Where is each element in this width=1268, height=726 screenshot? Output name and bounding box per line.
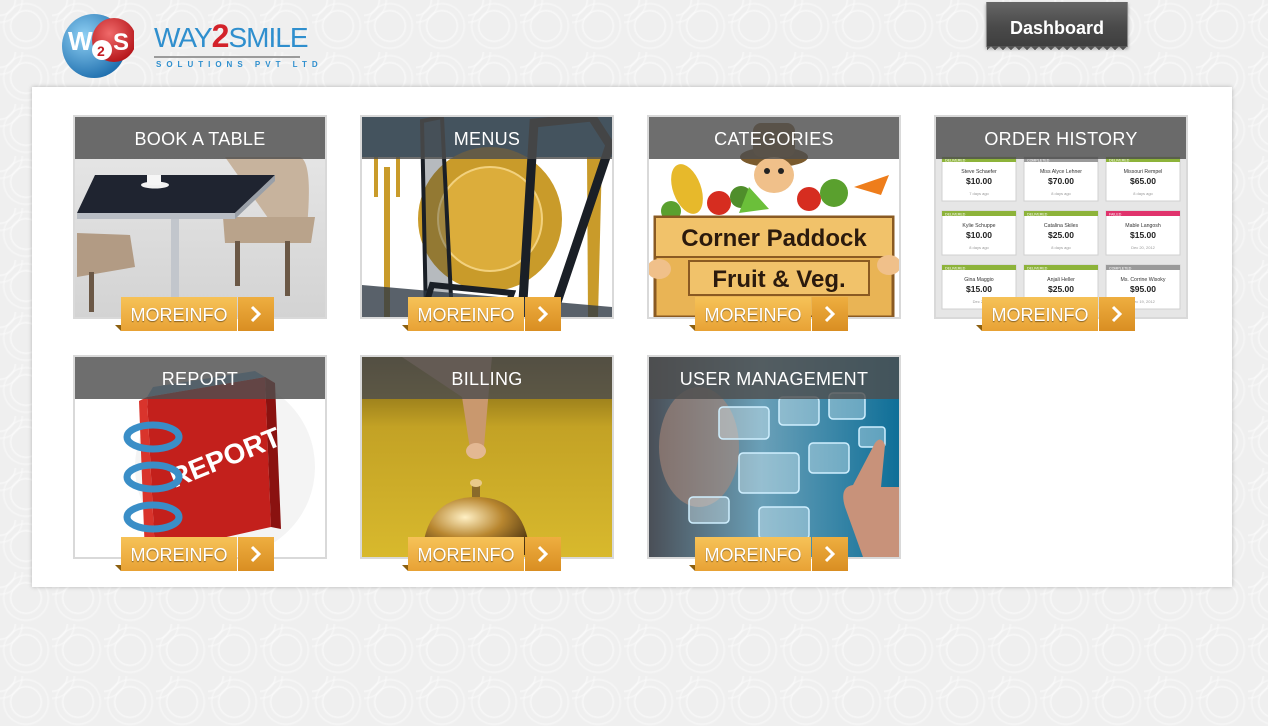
- categories-sign-line-2: Fruit & Veg.: [712, 266, 845, 293]
- order-amount: $70.00: [1048, 176, 1074, 186]
- order-amount: $10.00: [966, 230, 992, 240]
- order-status: DELIVERED: [1027, 212, 1048, 216]
- logo-tagline: SOLUTIONS PVT LTD: [156, 60, 323, 69]
- moreinfo-button[interactable]: MOREINFO: [402, 537, 561, 571]
- order-time: 8 days ago: [1051, 245, 1071, 250]
- order-card: DELIVEREDMissouri Rempel$65.008 days ago: [1105, 156, 1181, 202]
- order-amount: $10.00: [966, 176, 992, 186]
- chevron-right-icon: [238, 537, 274, 571]
- order-status: DELIVERED: [945, 212, 966, 216]
- tile-billing[interactable]: BILLING MOREINFO: [360, 355, 614, 571]
- order-status: DELIVERED: [1027, 266, 1048, 270]
- tile-title: BILLING: [362, 357, 612, 399]
- moreinfo-button[interactable]: MOREINFO: [976, 297, 1135, 331]
- chevron-right-icon: [812, 297, 848, 331]
- tile-title: CATEGORIES: [649, 117, 899, 159]
- order-time: 8 days ago: [1133, 191, 1153, 196]
- tile-order-history[interactable]: DELIVERED Steve Schaefer $10.00 7 days ago C…: [934, 115, 1188, 331]
- moreinfo-button[interactable]: MOREINFO: [115, 537, 274, 571]
- order-status: COMPLETED: [1109, 266, 1132, 270]
- order-time: Dec 20, 2012: [1131, 245, 1156, 250]
- svg-text:S: S: [113, 29, 129, 56]
- order-customer: Kylie Schuppe: [962, 223, 995, 229]
- order-card: DELIVERED Catalina Skiles$25.00 8 days ago: [1023, 210, 1099, 256]
- order-customer: Gina Maggio: [964, 277, 994, 283]
- order-card: DELIVEREDSteve Schaefer$10.007 days ago: [941, 156, 1017, 202]
- order-time: 8 days ago: [969, 245, 989, 250]
- order-customer: Ms. Corrine Wisoky: [1121, 277, 1166, 283]
- tile-title: BOOK A TABLE: [75, 117, 325, 159]
- logo-word-suffix: SMILE: [228, 22, 308, 53]
- moreinfo-label: MOREINFO: [408, 537, 524, 571]
- tile-title: MENUS: [362, 117, 612, 159]
- tile-title: ORDER HISTORY: [936, 117, 1186, 159]
- order-amount: $15.00: [966, 284, 992, 294]
- order-customer: Steve Schaefer: [961, 169, 997, 175]
- order-card: DELIVERED Kylie Schuppe$10.00 8 days ago: [941, 210, 1017, 256]
- company-logo[interactable]: W 2 S WAY2SMILE SOLUTIONS PVT LTD: [62, 6, 318, 80]
- logo-wordmark: WAY2SMILE: [154, 18, 309, 55]
- tile-title: REPORT: [75, 357, 325, 399]
- dashboard-button[interactable]: Dashboard: [986, 2, 1128, 51]
- logo-word-prefix: WAY: [154, 22, 213, 53]
- tile-categories[interactable]: Corner Paddock Fruit & Veg. CATEGORIES M…: [647, 115, 901, 331]
- moreinfo-label: MOREINFO: [695, 297, 811, 331]
- logo-divider: [154, 56, 300, 58]
- tile-menus[interactable]: MENUS MOREINFO: [360, 115, 614, 331]
- chevron-right-icon: [525, 297, 561, 331]
- logo-badge-icon: W 2 S: [62, 14, 134, 78]
- chevron-right-icon: [525, 537, 561, 571]
- modules-panel: BOOK A TABLE MOREINFO MENUS MOREINFO Cor…: [32, 87, 1232, 587]
- order-time: 8 days ago: [1051, 191, 1071, 196]
- chevron-right-icon: [812, 537, 848, 571]
- moreinfo-label: MOREINFO: [121, 537, 237, 571]
- moreinfo-label: MOREINFO: [408, 297, 524, 331]
- moreinfo-label: MOREINFO: [121, 297, 237, 331]
- logo-word-two: 2: [211, 18, 230, 54]
- order-time: 7 days ago: [969, 191, 989, 196]
- order-customer: Catalina Skiles: [1044, 223, 1079, 229]
- chevron-right-icon: [238, 297, 274, 331]
- order-amount: $25.00: [1048, 284, 1074, 294]
- order-customer: Miss Alyce Lehner: [1040, 169, 1082, 175]
- svg-text:2: 2: [97, 43, 105, 59]
- tile-report[interactable]: REPORT REPORT MOREINFO: [73, 355, 327, 571]
- order-amount: $95.00: [1130, 284, 1156, 294]
- moreinfo-label: MOREINFO: [695, 537, 811, 571]
- order-customer: Mable Langosh: [1125, 223, 1161, 229]
- order-amount: $25.00: [1048, 230, 1074, 240]
- order-card: FAILED Mable Langosh$15.00 Dec 20, 2012: [1105, 210, 1181, 256]
- order-status: FAILED: [1109, 212, 1122, 216]
- tile-user-management[interactable]: USER MANAGEMENT MOREINFO: [647, 355, 901, 571]
- svg-text:W: W: [68, 26, 93, 56]
- order-card: COMPLETEDMiss Alyce Lehner$70.008 days a…: [1023, 156, 1099, 202]
- order-status: DELIVERED: [945, 266, 966, 270]
- moreinfo-button[interactable]: MOREINFO: [115, 297, 274, 331]
- categories-sign-line-1: Corner Paddock: [681, 225, 867, 252]
- tile-book-a-table[interactable]: BOOK A TABLE MOREINFO: [73, 115, 327, 331]
- order-amount: $15.00: [1130, 230, 1156, 240]
- order-customer: Missouri Rempel: [1124, 169, 1163, 175]
- chevron-right-icon: [1099, 297, 1135, 331]
- moreinfo-button[interactable]: MOREINFO: [402, 297, 561, 331]
- moreinfo-button[interactable]: MOREINFO: [689, 537, 848, 571]
- order-customer: Anjali Heller: [1047, 277, 1075, 283]
- moreinfo-button[interactable]: MOREINFO: [689, 297, 848, 331]
- order-amount: $65.00: [1130, 176, 1156, 186]
- tile-title: USER MANAGEMENT: [649, 357, 899, 399]
- moreinfo-label: MOREINFO: [982, 297, 1098, 331]
